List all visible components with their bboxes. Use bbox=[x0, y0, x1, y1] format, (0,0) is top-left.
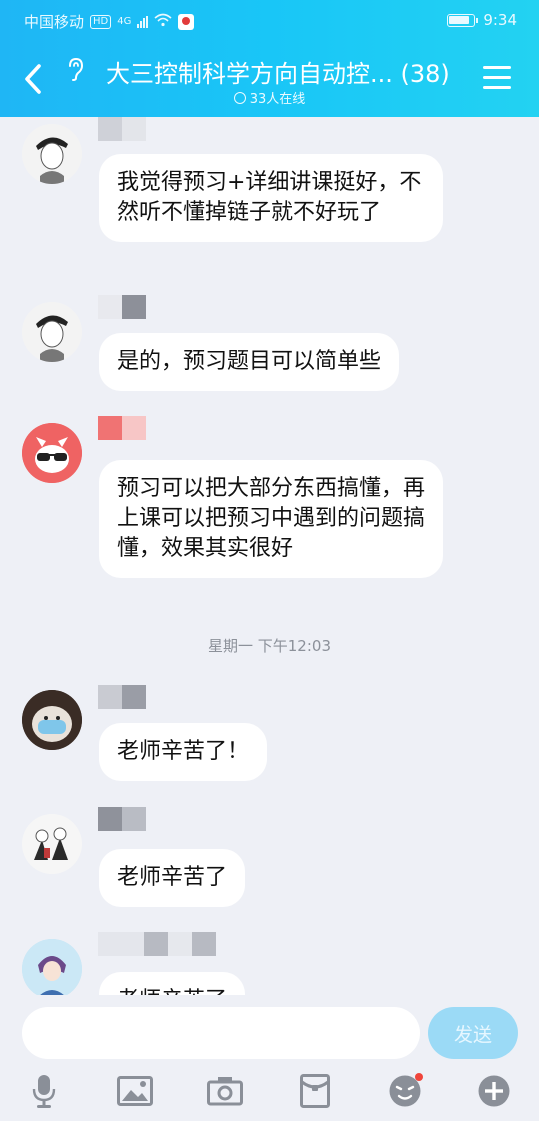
status-bar: 中国移动 HD 4G 9:34 bbox=[0, 0, 539, 42]
avatar[interactable] bbox=[22, 302, 82, 362]
chat-title[interactable]: 大三控制科学方向自动控... (38) bbox=[106, 54, 466, 89]
sender-name-blurred bbox=[98, 117, 146, 141]
message-bubble[interactable]: 老师辛苦了！ bbox=[99, 723, 268, 781]
check-circle-icon bbox=[233, 92, 246, 104]
battery-icon bbox=[447, 13, 479, 27]
sender-name-blurred bbox=[98, 807, 146, 831]
title-bar: 大三控制科学方向自动控... (38) 33人在线 bbox=[0, 42, 539, 117]
microphone-icon[interactable] bbox=[22, 1071, 66, 1111]
red-packet-icon[interactable] bbox=[293, 1071, 337, 1111]
message-bubble[interactable]: 预习可以把大部分东西搞懂，再上课可以把预习中遇到的问题搞懂，效果其实很好 bbox=[99, 460, 443, 578]
ear-icon[interactable] bbox=[62, 56, 88, 82]
notification-dot bbox=[415, 1073, 423, 1081]
message-bubble[interactable]: 我觉得预习+详细讲课挺好，不然听不懂掉链子就不好玩了 bbox=[99, 154, 443, 242]
image-icon[interactable] bbox=[113, 1071, 157, 1111]
message-list[interactable]: 我觉得预习+详细讲课挺好，不然听不懂掉链子就不好玩了 是的，预习题目可以简单些 … bbox=[0, 117, 539, 995]
toolbar bbox=[0, 1071, 539, 1117]
avatar[interactable] bbox=[22, 690, 82, 750]
clock: 9:34 bbox=[483, 11, 517, 29]
notification-icon bbox=[178, 13, 195, 30]
signal-icon bbox=[137, 15, 149, 28]
avatar[interactable] bbox=[22, 423, 82, 483]
hd-badge: HD bbox=[90, 14, 112, 29]
message-input[interactable] bbox=[22, 1007, 420, 1059]
sender-name-blurred bbox=[98, 932, 216, 956]
online-count: 33人在线 bbox=[249, 92, 306, 107]
sender-name-blurred bbox=[98, 295, 146, 319]
message-bubble[interactable]: 是的，预习题目可以简单些 bbox=[99, 333, 400, 391]
sender-name-blurred bbox=[98, 685, 146, 709]
menu-icon[interactable] bbox=[483, 66, 511, 90]
wifi-icon bbox=[154, 13, 172, 31]
time-divider: 星期一 下午12:03 bbox=[208, 637, 331, 655]
avatar[interactable] bbox=[22, 814, 82, 874]
emoji-icon[interactable] bbox=[383, 1071, 427, 1111]
avatar[interactable] bbox=[22, 124, 82, 184]
message-bubble[interactable]: 老师辛苦了 bbox=[99, 849, 246, 907]
carrier-label: 中国移动 bbox=[24, 13, 85, 31]
message-bubble[interactable]: 老师辛苦了 bbox=[99, 972, 246, 995]
camera-icon[interactable] bbox=[203, 1071, 247, 1111]
header: 中国移动 HD 4G 9:34 大三控制科学方向自动控... (38) 33人在… bbox=[0, 0, 539, 117]
online-status: 33人在线 bbox=[0, 88, 539, 107]
sender-name-blurred bbox=[98, 416, 146, 440]
plus-icon[interactable] bbox=[472, 1071, 516, 1111]
avatar[interactable] bbox=[22, 939, 82, 995]
send-button[interactable]: 发送 bbox=[428, 1007, 518, 1059]
network-label: 4G bbox=[117, 16, 132, 27]
input-bar: 发送 bbox=[0, 995, 539, 1121]
